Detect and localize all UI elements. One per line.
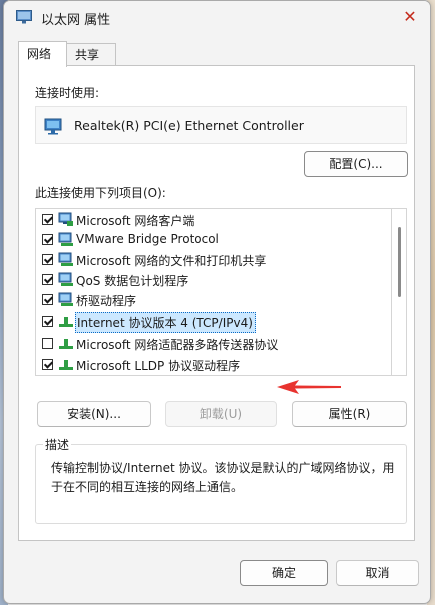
list-item[interactable]: Microsoft LLDP 协议驱动程序: [36, 354, 391, 375]
network-client-icon: [58, 212, 73, 226]
network-service-icon: [58, 292, 73, 306]
list-item-selected[interactable]: Internet 协议版本 4 (TCP/IPv4): [36, 311, 391, 333]
list-item[interactable]: Microsoft 网络的文件和打印机共享: [36, 249, 391, 270]
properties-button[interactable]: 属性(R): [292, 401, 407, 427]
description-text: 传输控制协议/Internet 协议。该协议是默认的广域网络协议，用于在不同的相…: [51, 461, 395, 494]
network-tab-panel: 连接时使用: Realtek(R) PCI(e) Ethernet Contro…: [18, 65, 415, 541]
list-item[interactable]: 桥驱动程序: [36, 289, 391, 310]
network-service-icon: [58, 232, 73, 246]
checkbox[interactable]: [42, 254, 53, 265]
ethernet-adapter-icon: [16, 10, 32, 24]
network-service-icon: [58, 252, 73, 266]
checkbox[interactable]: [42, 316, 53, 327]
list-item-label: VMware Bridge Protocol: [76, 232, 219, 246]
list-item-label: Internet 协议版本 4 (TCP/IPv4): [75, 312, 256, 333]
checkbox[interactable]: [42, 214, 53, 225]
tab-network[interactable]: 网络: [18, 41, 67, 67]
ok-button[interactable]: 确定: [240, 560, 328, 586]
properties-dialog: 以太网 属性 ✕ 网络 共享 连接时使用: Realtek(R) PCI(e) …: [3, 0, 431, 604]
checkbox[interactable]: [42, 234, 53, 245]
protocol-icon: [59, 360, 73, 370]
list-item-label: Microsoft 网络的文件和打印机共享: [76, 254, 267, 268]
uninstall-button[interactable]: 卸载(U): [165, 401, 277, 427]
adapter-name: Realtek(R) PCI(e) Ethernet Controller: [74, 118, 304, 133]
list-item-label: Microsoft 网络适配器多路传送器协议: [76, 338, 279, 352]
checkbox[interactable]: [42, 274, 53, 285]
title-bar[interactable]: 以太网 属性 ✕: [4, 1, 430, 33]
install-button[interactable]: 安装(N)...: [37, 401, 151, 427]
checkbox[interactable]: [42, 359, 53, 370]
protocol-icon: [59, 317, 73, 327]
list-item[interactable]: VMware Bridge Protocol: [36, 229, 391, 250]
adapter-display: Realtek(R) PCI(e) Ethernet Controller: [35, 106, 407, 144]
close-icon[interactable]: ✕: [400, 7, 420, 27]
list-item-label: 桥驱动程序: [76, 294, 137, 308]
connect-using-label: 连接时使用:: [35, 86, 100, 100]
list-item-label: Microsoft LLDP 协议驱动程序: [76, 359, 241, 373]
window-title: 以太网 属性: [41, 13, 111, 28]
list-item-label: Microsoft 网络客户端: [76, 214, 195, 228]
annotation-arrow-icon: [277, 380, 341, 394]
network-adapter-icon: [44, 118, 62, 135]
list-item[interactable]: Microsoft 网络适配器多路传送器协议: [36, 333, 391, 354]
description-title: 描述: [43, 436, 72, 453]
tab-sharing[interactable]: 共享: [67, 43, 116, 66]
list-item-label: QoS 数据包计划程序: [76, 274, 189, 288]
checkbox[interactable]: [42, 294, 53, 305]
list-item[interactable]: Microsoft 网络客户端: [36, 209, 391, 230]
list-scrollbar[interactable]: [392, 208, 407, 376]
scrollbar-thumb[interactable]: [398, 227, 401, 297]
cancel-button[interactable]: 取消: [336, 560, 419, 586]
components-list[interactable]: Microsoft 网络客户端 VMware Bridge Protocol M…: [35, 208, 392, 376]
network-service-icon: [58, 272, 73, 286]
items-label: 此连接使用下列项目(O):: [35, 186, 166, 200]
list-item[interactable]: QoS 数据包计划程序: [36, 269, 391, 290]
checkbox[interactable]: [42, 338, 53, 349]
configure-button[interactable]: 配置(C)...: [304, 151, 408, 177]
protocol-icon: [59, 339, 73, 349]
